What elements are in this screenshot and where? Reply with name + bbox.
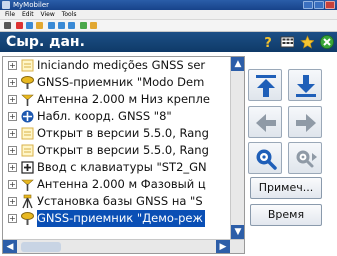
menu-file[interactable]: File [5,11,15,18]
expand-icon[interactable]: + [8,78,17,87]
svg-text:?: ? [264,36,272,49]
crosshair-icon [20,109,35,124]
scroll-left-icon[interactable]: ◀ [3,240,17,253]
toolbar-icon-6[interactable] [58,22,65,29]
toolbar-icon-5[interactable] [48,22,55,29]
tree-item-label: Установка базы GNSS на "S [37,194,203,208]
horizontal-scrollbar[interactable]: ◀ ▶ [3,239,244,253]
tree-item[interactable]: + Iniciando medições GNSS ser [3,57,229,74]
vertical-scrollbar[interactable]: ▲ ▼ [230,57,244,239]
document-icon [20,143,35,158]
expand-icon[interactable]: + [8,180,17,189]
toolbar-icon-9[interactable] [90,22,97,29]
arrow-to-top-icon [256,75,276,97]
toolbar-icon-4[interactable] [36,22,43,29]
tree-item[interactable]: + Открыт в версии 5.5.0, Rang [3,125,229,142]
tripod-icon [20,194,35,209]
tree-item[interactable]: + Установка базы GNSS на "S [3,193,229,210]
gnss-receiver-icon [20,75,35,90]
notes-button[interactable]: Примеч... [250,177,322,199]
scroll-up-icon[interactable]: ▲ [231,57,244,71]
expand-icon[interactable]: + [8,129,17,138]
antenna-icon [20,177,35,192]
menu-view[interactable]: View [41,11,55,18]
close-icon[interactable] [320,35,334,49]
tree-item-selected[interactable]: + GNSS-приемник "Демо-реж [3,210,229,227]
back-button[interactable] [248,106,282,138]
zoom-next-icon [296,150,317,168]
app-icon [2,1,10,9]
zoom-next-button[interactable] [288,142,322,174]
tree-item-label: Антенна 2.000 м Низ крепле [37,92,210,106]
minimize-icon[interactable] [303,1,313,9]
move-top-button[interactable] [248,69,282,101]
menu-tools[interactable]: Tools [62,11,77,18]
move-bottom-button[interactable] [288,69,322,101]
keypad-icon [20,160,35,175]
toolbar-icon-1[interactable] [4,22,11,29]
tree-item[interactable]: + Антенна 2.000 м Низ крепле [3,91,229,108]
zoom-in-button[interactable] [248,142,282,174]
menu-edit[interactable]: Edit [22,11,34,18]
gnss-receiver-icon [20,211,35,226]
favorites-star-icon[interactable] [300,35,314,49]
maximize-icon[interactable] [314,1,324,9]
tree-item[interactable]: + Антенна 2.000 м Фазовый ц [3,176,229,193]
forward-button[interactable] [288,106,322,138]
antenna-icon [20,92,35,107]
toolbar-icon-8[interactable] [80,22,87,29]
toolbar-icon-3[interactable] [26,22,33,29]
tree-item-label: Iniciando medições GNSS ser [37,58,206,72]
tree-item-label: Набл. коорд. GNSS "8" [37,109,172,123]
tree-item-label: GNSS-приемник "Modo Dem [37,75,205,89]
zoom-in-icon [256,149,277,170]
data-tree: + Iniciando medições GNSS ser + GNSS-при… [2,56,245,254]
tree-item-label: Открыт в версии 5.5.0, Rang [37,126,209,140]
tree-item-label: Ввод с клавиатуры "ST2_GN [37,160,207,174]
arrow-right-icon [296,114,316,132]
scroll-thumb[interactable] [21,242,61,252]
scroll-right-icon[interactable]: ▶ [216,240,230,253]
expand-icon[interactable]: + [8,146,17,155]
arrow-to-bottom-icon [296,75,316,97]
window-title: MyMobiler [13,1,50,9]
expand-icon[interactable]: + [8,112,17,121]
expand-icon[interactable]: + [8,163,17,172]
scroll-down-icon[interactable]: ▼ [231,225,244,239]
close-window-icon[interactable] [325,1,335,9]
toolbar-icon-7[interactable] [68,22,75,29]
tree-item-label: GNSS-приемник "Демо-реж [37,210,205,227]
expand-icon[interactable]: + [8,95,17,104]
page-title: Сыр. дан. [6,34,85,50]
tree-item-label: Антенна 2.000 м Фазовый ц [37,177,206,191]
expand-icon[interactable]: + [8,197,17,206]
arrow-left-icon [256,114,276,132]
tree-item[interactable]: + GNSS-приемник "Modo Dem [3,74,229,91]
menu-bar: File Edit View Tools [0,10,337,20]
app-toolbar [0,20,337,32]
toolbar-icon-2[interactable] [16,22,23,29]
help-icon[interactable]: ? [261,35,275,49]
expand-icon[interactable]: + [8,214,17,223]
tree-item[interactable]: + Открыт в версии 5.5.0, Rang [3,142,229,159]
tree-item[interactable]: + Набл. коорд. GNSS "8" [3,108,229,125]
keyboard-icon[interactable] [280,35,294,49]
expand-icon[interactable]: + [8,61,17,70]
document-icon [20,58,35,73]
window-titlebar: MyMobiler [0,0,337,10]
tree-item-label: Открыт в версии 5.5.0, Rang [37,143,209,157]
document-icon [20,126,35,141]
time-button[interactable]: Время [250,204,322,226]
page-header: Сыр. дан. ? [0,32,337,52]
tree-item[interactable]: + Ввод с клавиатуры "ST2_GN [3,159,229,176]
